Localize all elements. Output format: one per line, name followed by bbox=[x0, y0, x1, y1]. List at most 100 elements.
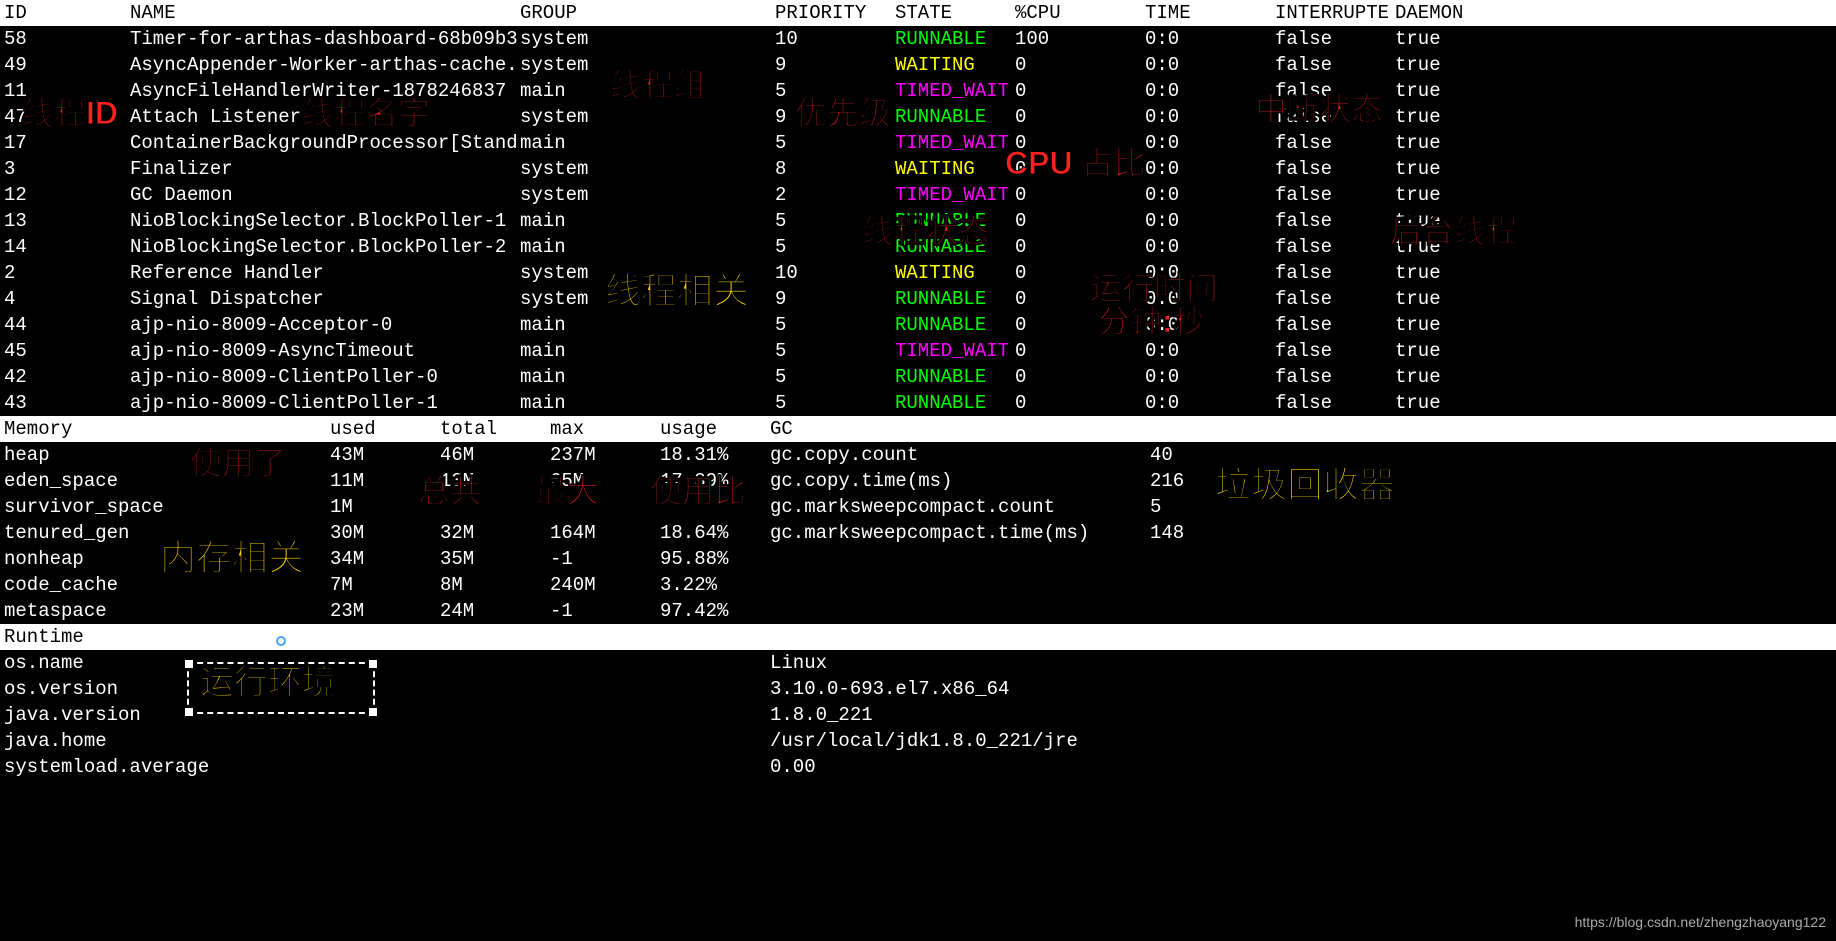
gc-name: gc.copy.time(ms) bbox=[770, 468, 1150, 494]
thread-state: RUNNABLE bbox=[895, 104, 1015, 130]
thread-priority: 9 bbox=[775, 52, 895, 78]
thread-group: system bbox=[520, 26, 775, 52]
hdr-id: ID bbox=[0, 0, 130, 26]
thread-interrupted: false bbox=[1275, 312, 1395, 338]
thread-name: Timer-for-arthas-dashboard-68b09b3 bbox=[130, 26, 520, 52]
thread-daemon: true bbox=[1395, 286, 1495, 312]
thread-cpu: 0 bbox=[1015, 234, 1145, 260]
thread-name: AsyncAppender-Worker-arthas-cache. bbox=[130, 52, 520, 78]
mem-used: 43M bbox=[330, 442, 440, 468]
thread-interrupted: false bbox=[1275, 156, 1395, 182]
mem-total bbox=[440, 494, 550, 520]
thread-id: 42 bbox=[0, 364, 130, 390]
thread-group: main bbox=[520, 338, 775, 364]
mem-total: 46M bbox=[440, 442, 550, 468]
thread-row: 49AsyncAppender-Worker-arthas-cache.syst… bbox=[0, 52, 1836, 78]
runtime-key: java.version bbox=[0, 702, 770, 728]
mem-name: eden_space bbox=[0, 468, 330, 494]
runtime-section-header: Runtime bbox=[0, 624, 1836, 650]
thread-id: 14 bbox=[0, 234, 130, 260]
thread-id: 13 bbox=[0, 208, 130, 234]
thread-id: 58 bbox=[0, 26, 130, 52]
mem-hdr-total: total bbox=[440, 416, 550, 442]
thread-time: 0:0 bbox=[1145, 130, 1275, 156]
thread-row: 58Timer-for-arthas-dashboard-68b09b3syst… bbox=[0, 26, 1836, 52]
thread-group: system bbox=[520, 156, 775, 182]
thread-time: 0:0 bbox=[1145, 26, 1275, 52]
thread-id: 47 bbox=[0, 104, 130, 130]
mem-used: 30M bbox=[330, 520, 440, 546]
thread-row: 4Signal Dispatchersystem9RUNNABLE00:0fal… bbox=[0, 286, 1836, 312]
thread-priority: 5 bbox=[775, 390, 895, 416]
thread-id: 45 bbox=[0, 338, 130, 364]
thread-time: 0:0 bbox=[1145, 182, 1275, 208]
hdr-cpu: %CPU bbox=[1015, 0, 1145, 26]
runtime-value: 3.10.0-693.el7.x86_64 bbox=[770, 676, 1836, 702]
thread-interrupted: false bbox=[1275, 364, 1395, 390]
thread-cpu: 0 bbox=[1015, 130, 1145, 156]
mem-usage: 18.64% bbox=[660, 520, 770, 546]
runtime-row: os.nameLinux bbox=[0, 650, 1836, 676]
thread-id: 43 bbox=[0, 390, 130, 416]
thread-time: 0:0 bbox=[1145, 338, 1275, 364]
gc-name bbox=[770, 598, 1150, 624]
thread-name: NioBlockingSelector.BlockPoller-1 bbox=[130, 208, 520, 234]
thread-time: 0:0 bbox=[1145, 390, 1275, 416]
thread-group: system bbox=[520, 260, 775, 286]
runtime-value: Linux bbox=[770, 650, 1836, 676]
thread-id: 4 bbox=[0, 286, 130, 312]
thread-daemon: true bbox=[1395, 234, 1495, 260]
thread-group: main bbox=[520, 234, 775, 260]
thread-table-header: ID NAME GROUP PRIORITY STATE %CPU TIME I… bbox=[0, 0, 1836, 26]
thread-daemon: true bbox=[1395, 156, 1495, 182]
thread-row: 45ajp-nio-8009-AsyncTimeoutmain5TIMED_WA… bbox=[0, 338, 1836, 364]
thread-daemon: true bbox=[1395, 364, 1495, 390]
mem-max: -1 bbox=[550, 546, 660, 572]
hdr-time: TIME bbox=[1145, 0, 1275, 26]
thread-id: 12 bbox=[0, 182, 130, 208]
thread-group: main bbox=[520, 208, 775, 234]
mem-total: 32M bbox=[440, 520, 550, 546]
thread-time: 0:0 bbox=[1145, 208, 1275, 234]
mem-usage: 18.31% bbox=[660, 442, 770, 468]
thread-cpu: 0 bbox=[1015, 182, 1145, 208]
mem-name: nonheap bbox=[0, 546, 330, 572]
mem-hdr-usage: usage bbox=[660, 416, 770, 442]
mem-name: heap bbox=[0, 442, 330, 468]
thread-time: 0:0 bbox=[1145, 156, 1275, 182]
thread-daemon: true bbox=[1395, 208, 1495, 234]
thread-name: AsyncFileHandlerWriter-1878246837 bbox=[130, 78, 520, 104]
thread-cpu: 0 bbox=[1015, 104, 1145, 130]
thread-name: GC Daemon bbox=[130, 182, 520, 208]
mem-used: 23M bbox=[330, 598, 440, 624]
thread-interrupted: false bbox=[1275, 286, 1395, 312]
thread-interrupted: false bbox=[1275, 26, 1395, 52]
thread-time: 0:0 bbox=[1145, 286, 1275, 312]
memory-row: metaspace23M24M-197.42% bbox=[0, 598, 1836, 624]
thread-state: TIMED_WAIT bbox=[895, 130, 1015, 156]
mem-hdr-used: used bbox=[330, 416, 440, 442]
thread-daemon: true bbox=[1395, 338, 1495, 364]
thread-daemon: true bbox=[1395, 52, 1495, 78]
mem-used: 7M bbox=[330, 572, 440, 598]
thread-cpu: 0 bbox=[1015, 52, 1145, 78]
thread-priority: 5 bbox=[775, 312, 895, 338]
thread-interrupted: false bbox=[1275, 52, 1395, 78]
thread-group: system bbox=[520, 182, 775, 208]
thread-row: 12GC Daemonsystem2TIMED_WAIT00:0falsetru… bbox=[0, 182, 1836, 208]
thread-group: system bbox=[520, 52, 775, 78]
hdr-priority: PRIORITY bbox=[775, 0, 895, 26]
thread-row: 2Reference Handlersystem10WAITING00:0fal… bbox=[0, 260, 1836, 286]
thread-name: ajp-nio-8009-ClientPoller-1 bbox=[130, 390, 520, 416]
thread-id: 49 bbox=[0, 52, 130, 78]
thread-state: RUNNABLE bbox=[895, 364, 1015, 390]
thread-time: 0:0 bbox=[1145, 364, 1275, 390]
thread-daemon: true bbox=[1395, 26, 1495, 52]
thread-state: RUNNABLE bbox=[895, 208, 1015, 234]
mem-used: 11M bbox=[330, 468, 440, 494]
thread-group: main bbox=[520, 312, 775, 338]
thread-daemon: true bbox=[1395, 390, 1495, 416]
mem-total: 13M bbox=[440, 468, 550, 494]
runtime-row: systemload.average0.00 bbox=[0, 754, 1836, 780]
thread-name: ContainerBackgroundProcessor[Stand bbox=[130, 130, 520, 156]
